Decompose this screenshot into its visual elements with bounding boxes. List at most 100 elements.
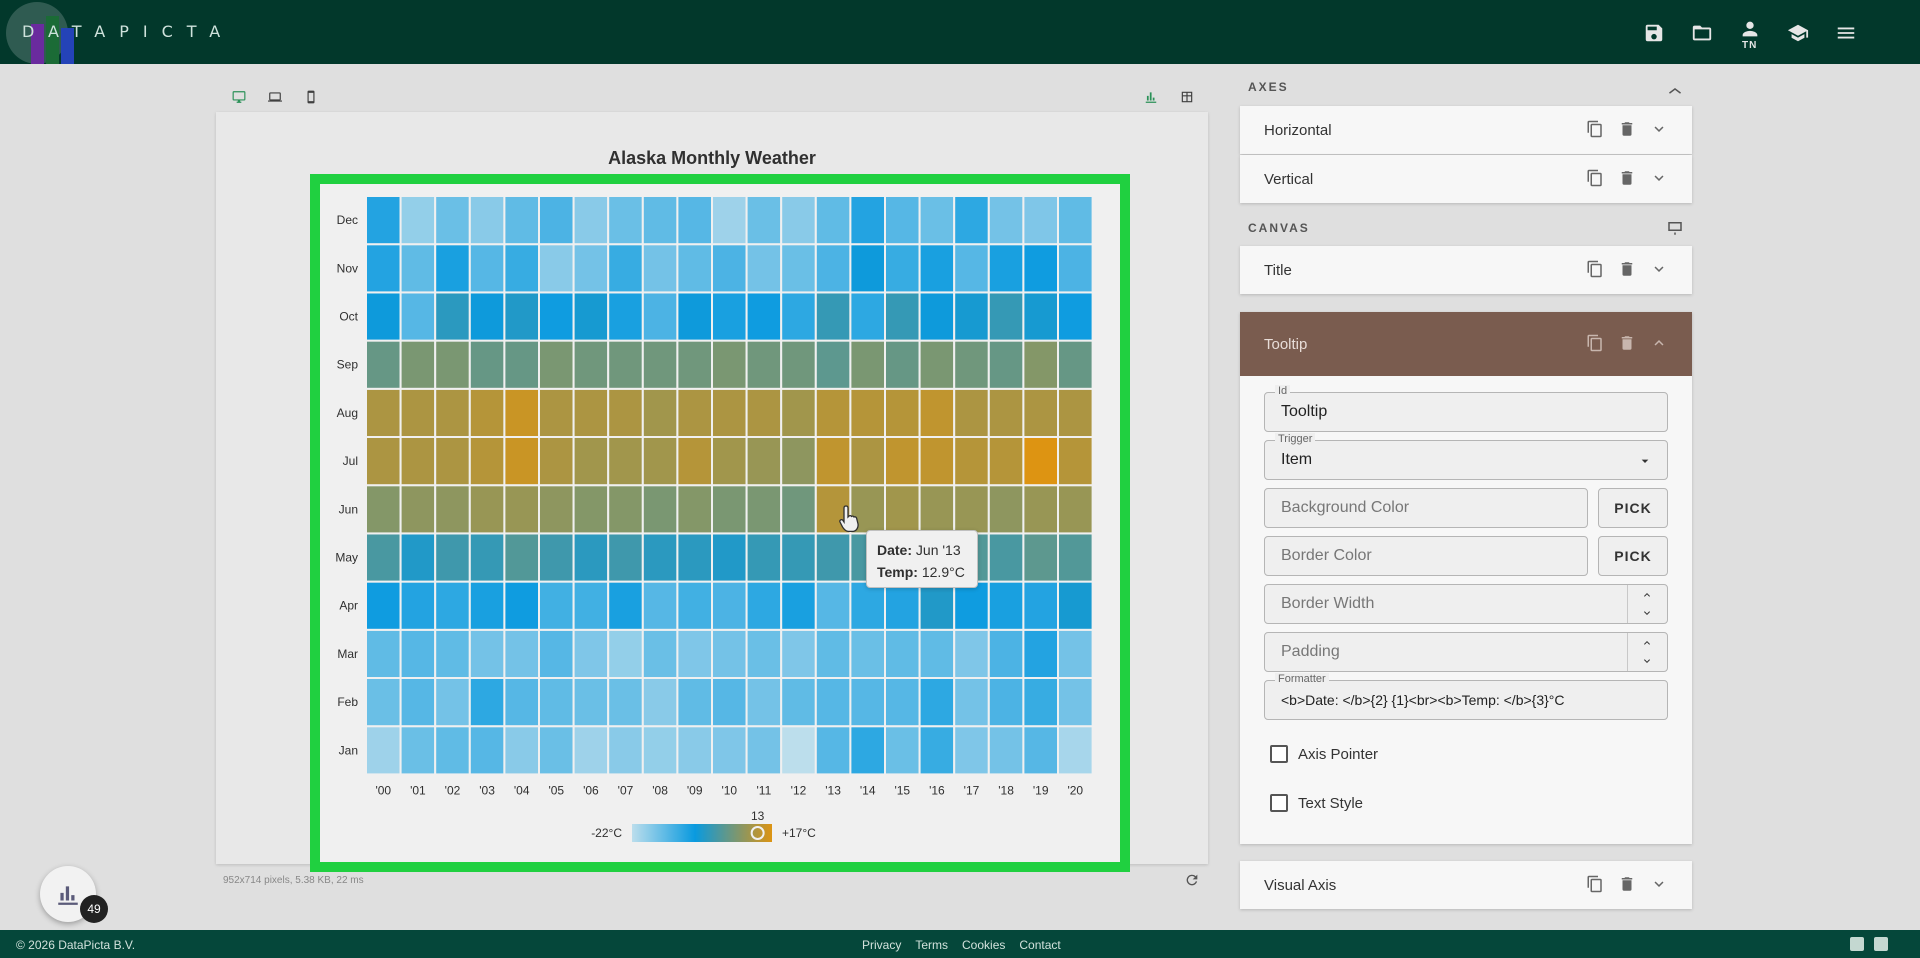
copy-icon[interactable] [1586,169,1604,187]
heatmap-cell[interactable] [572,532,610,583]
heatmap-chart[interactable]: Jan Feb Mar Apr May Jun Jul Aug Sep Oct Nov Dec '00 '… [320,184,1120,862]
heatmap-cell[interactable] [987,532,1025,583]
heatmap-cell[interactable] [468,532,506,583]
heatmap-cell[interactable] [780,291,817,342]
graduation-cap-icon[interactable] [1774,18,1822,48]
heatmap-cell[interactable] [953,387,990,439]
heatmap-cell[interactable] [745,243,783,294]
heatmap-cell[interactable] [365,195,402,246]
heatmap-cell[interactable] [468,725,506,776]
heatmap-cell[interactable] [572,580,610,631]
heatmap-cell[interactable] [1057,195,1094,246]
heatmap-cell[interactable] [1057,628,1094,679]
heatmap-cell[interactable] [884,436,921,487]
heatmap-cell[interactable] [711,725,748,776]
heatmap-cell[interactable] [1057,291,1094,342]
heatmap-cell[interactable] [1057,436,1094,487]
heatmap-cell[interactable] [503,387,540,439]
heatmap-cell[interactable] [745,195,783,246]
heatmap-cell[interactable] [849,725,887,776]
heatmap-cell[interactable] [468,339,506,390]
heatmap-cell[interactable] [538,243,575,294]
panel-visual-axis[interactable]: Visual Axis [1240,861,1692,909]
heatmap-cell[interactable] [468,580,506,631]
delete-icon[interactable] [1618,260,1636,278]
heatmap-cell[interactable] [1022,725,1060,776]
heatmap-cell[interactable] [745,339,783,390]
id-field[interactable]: Id Tooltip [1264,385,1668,432]
heatmap-cell[interactable] [503,243,540,294]
refresh-icon[interactable] [1184,872,1200,888]
heatmap-cell[interactable] [953,677,990,728]
heatmap-cell[interactable] [607,725,644,776]
heatmap-cell[interactable] [572,436,610,487]
heatmap-cell[interactable] [676,387,713,439]
laptop-icon[interactable] [264,88,286,106]
heatmap-cell[interactable] [676,291,713,342]
heatmap-cell[interactable] [607,243,644,294]
user-icon[interactable]: TN [1726,18,1774,51]
tooltip-panel-header[interactable]: Tooltip [1240,312,1692,376]
heatmap-cell[interactable] [676,580,713,631]
footer-link-contact[interactable]: Contact [1019,938,1060,952]
heatmap-cell[interactable] [399,580,437,631]
heatmap-cell[interactable] [884,628,921,679]
background-pick-button[interactable]: PICK [1598,488,1668,528]
heatmap-cell[interactable] [918,677,956,728]
heatmap-cell[interactable] [711,677,748,728]
heatmap-cell[interactable] [572,677,610,728]
heatmap-cell[interactable] [399,628,437,679]
heatmap-cell[interactable] [814,725,852,776]
heatmap-cell[interactable] [745,725,783,776]
heatmap-cell[interactable] [399,387,437,439]
heatmap-cell[interactable] [468,387,506,439]
heatmap-cell[interactable] [953,436,990,487]
increment-icon[interactable] [1641,589,1653,601]
heatmap-cell[interactable] [538,677,575,728]
heatmap-cell[interactable] [641,628,679,679]
heatmap-cell[interactable] [780,339,817,390]
heatmap-cell[interactable] [780,484,817,535]
footer-link-terms[interactable]: Terms [915,938,948,952]
heatmap-cell[interactable] [884,339,921,390]
chevron-up-icon[interactable] [1650,334,1668,352]
heatmap-cell[interactable] [1057,243,1094,294]
heatmap-cell[interactable] [641,532,679,583]
heatmap-cell[interactable] [780,436,817,487]
increment-icon[interactable] [1641,637,1653,649]
heatmap-cell[interactable] [676,725,713,776]
heatmap-cell[interactable] [918,339,956,390]
heatmap-cell[interactable] [711,195,748,246]
footer-link-privacy[interactable]: Privacy [862,938,901,952]
heatmap-cell[interactable] [918,387,956,439]
heatmap-cell[interactable] [641,677,679,728]
heatmap-cell[interactable] [365,291,402,342]
delete-icon[interactable] [1618,120,1636,138]
heatmap-cell[interactable] [987,484,1025,535]
heatmap-cell[interactable] [434,291,471,342]
heatmap-cell[interactable] [1022,628,1060,679]
heatmap-cell[interactable] [503,628,540,679]
heatmap-cell[interactable] [607,580,644,631]
save-icon[interactable] [1630,18,1678,48]
decrement-icon[interactable] [1641,655,1653,667]
heatmap-cell[interactable] [468,436,506,487]
heatmap-cell[interactable] [987,580,1025,631]
heatmap-cell[interactable] [572,628,610,679]
heatmap-cell[interactable] [434,195,471,246]
heatmap-cell[interactable] [434,339,471,390]
heatmap-cell[interactable] [884,580,921,631]
heatmap-cell[interactable] [399,436,437,487]
heatmap-cell[interactable] [641,387,679,439]
heatmap-cell[interactable] [399,677,437,728]
heatmap-cell[interactable] [1057,580,1094,631]
heatmap-cell[interactable] [745,532,783,583]
heatmap-cell[interactable] [987,436,1025,487]
heatmap-cell[interactable] [953,195,990,246]
panel-horizontal[interactable]: Horizontal [1240,106,1692,154]
heatmap-cell[interactable] [814,628,852,679]
menu-icon[interactable] [1822,18,1870,48]
heatmap-cell[interactable] [538,532,575,583]
heatmap-cell[interactable] [399,532,437,583]
heatmap-cell[interactable] [1057,484,1094,535]
